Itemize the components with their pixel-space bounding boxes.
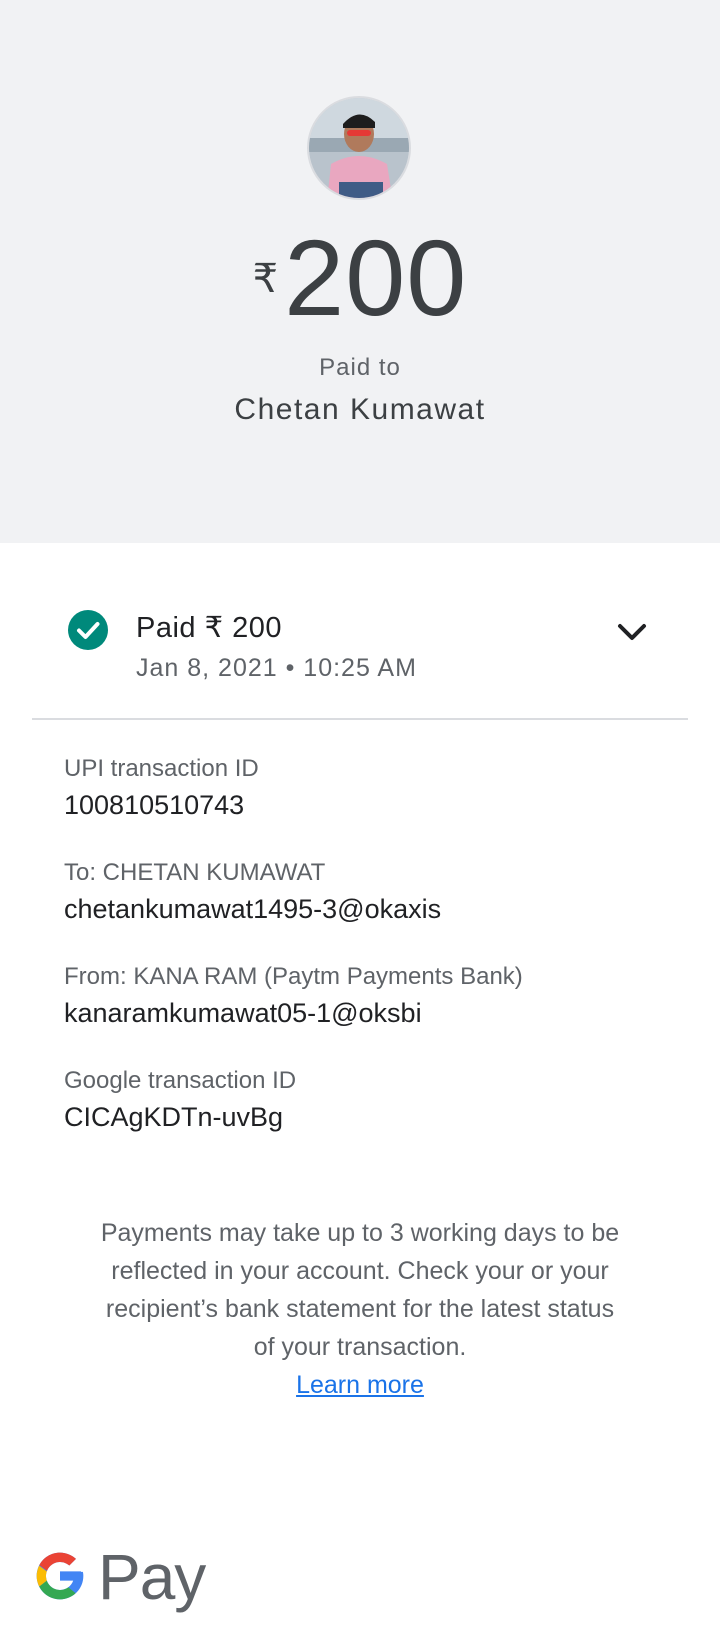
payment-status-row[interactable]: Paid ₹ 200 Jan 8, 2021 • 10:25 AM bbox=[0, 600, 720, 720]
detail-label: From: KANA RAM (Paytm Payments Bank) bbox=[64, 963, 523, 990]
pay-logo-text: Pay bbox=[98, 1541, 206, 1613]
check-circle-icon bbox=[68, 610, 108, 650]
learn-more-link[interactable]: Learn more bbox=[296, 1366, 424, 1404]
detail-label: Google transaction ID bbox=[64, 1067, 297, 1094]
detail-label: UPI transaction ID bbox=[64, 755, 259, 782]
google-g-icon bbox=[36, 1552, 84, 1600]
paid-to-label: Paid to bbox=[319, 354, 401, 381]
chevron-down-icon[interactable] bbox=[614, 618, 650, 644]
payee-name: Chetan Kumawat bbox=[234, 393, 486, 426]
status-title: Paid ₹ 200 bbox=[136, 612, 282, 644]
detail-value: kanaramkumawat05-1@oksbi bbox=[64, 998, 422, 1028]
notice-text: Payments may take up to 3 working days t… bbox=[100, 1219, 620, 1361]
payment-header: ₹200 Paid to Chetan Kumawat bbox=[0, 0, 720, 543]
google-pay-logo: Pay bbox=[32, 1541, 232, 1614]
processing-notice: Payments may take up to 3 working days t… bbox=[100, 1214, 620, 1404]
status-date: Jan 8, 2021 • 10:25 AM bbox=[136, 654, 417, 682]
payee-avatar bbox=[307, 96, 411, 200]
detail-sender: From: KANA RAM (Paytm Payments Bank) kan… bbox=[64, 960, 684, 1032]
detail-recipient: To: CHETAN KUMAWAT chetankumawat1495-3@o… bbox=[64, 856, 684, 928]
detail-label: To: CHETAN KUMAWAT bbox=[64, 859, 326, 886]
detail-value: CICAgKDTn-uvBg bbox=[64, 1102, 284, 1132]
divider bbox=[32, 718, 688, 720]
avatar-photo bbox=[309, 98, 409, 198]
payment-amount: ₹200 bbox=[0, 218, 720, 338]
amount-value: 200 bbox=[284, 217, 468, 338]
detail-upi-transaction-id: UPI transaction ID 100810510743 bbox=[64, 752, 684, 824]
currency-symbol: ₹ bbox=[252, 257, 279, 301]
detail-value: chetankumawat1495-3@okaxis bbox=[64, 894, 442, 924]
detail-google-transaction-id: Google transaction ID CICAgKDTn-uvBg bbox=[64, 1064, 684, 1136]
detail-value: 100810510743 bbox=[64, 790, 245, 820]
transaction-details: UPI transaction ID 100810510743 To: CHET… bbox=[64, 752, 684, 1168]
